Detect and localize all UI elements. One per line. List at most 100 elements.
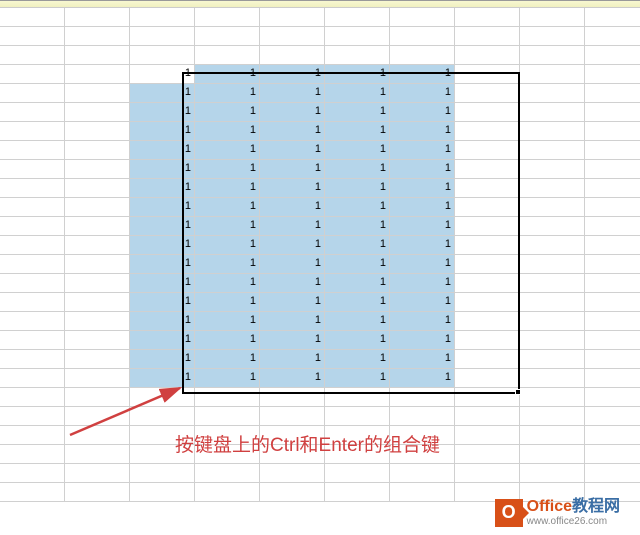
grid-cell[interactable]: [455, 293, 520, 312]
grid-cell[interactable]: [520, 198, 585, 217]
grid-cell[interactable]: [520, 46, 585, 65]
grid-cell[interactable]: 1: [130, 255, 195, 274]
grid-cell[interactable]: [0, 464, 65, 483]
grid-cell[interactable]: [520, 27, 585, 46]
grid-cell[interactable]: 1: [130, 217, 195, 236]
grid-cell[interactable]: 1: [390, 160, 455, 179]
grid-cell[interactable]: 1: [130, 350, 195, 369]
grid-cell[interactable]: [585, 217, 640, 236]
grid-cell[interactable]: [520, 103, 585, 122]
grid-cell[interactable]: [65, 312, 130, 331]
grid-cell[interactable]: 1: [390, 312, 455, 331]
grid-cell[interactable]: [0, 255, 65, 274]
grid-cell[interactable]: [520, 426, 585, 445]
grid-cell[interactable]: [195, 464, 260, 483]
grid-cell[interactable]: [0, 426, 65, 445]
grid-cell[interactable]: [195, 407, 260, 426]
grid-cell[interactable]: [520, 179, 585, 198]
grid-cell[interactable]: [585, 141, 640, 160]
grid-cell[interactable]: [585, 407, 640, 426]
grid-cell[interactable]: 1: [130, 331, 195, 350]
grid-cell[interactable]: [65, 293, 130, 312]
grid-cell[interactable]: [520, 350, 585, 369]
grid-cell[interactable]: [455, 160, 520, 179]
grid-cell[interactable]: 1: [195, 84, 260, 103]
grid-cell[interactable]: [455, 8, 520, 27]
grid-cell[interactable]: [65, 274, 130, 293]
grid-cell[interactable]: [0, 141, 65, 160]
grid-cell[interactable]: [0, 236, 65, 255]
grid-cell[interactable]: 1: [325, 255, 390, 274]
grid-cell[interactable]: [325, 464, 390, 483]
grid-cell[interactable]: [585, 236, 640, 255]
grid-cell[interactable]: [65, 331, 130, 350]
grid-cell[interactable]: 1: [390, 217, 455, 236]
grid-cell[interactable]: 1: [195, 312, 260, 331]
grid-cell[interactable]: [585, 46, 640, 65]
grid-cell[interactable]: [195, 27, 260, 46]
grid-cell[interactable]: [585, 27, 640, 46]
grid-cell[interactable]: [65, 160, 130, 179]
grid-cell[interactable]: 1: [260, 369, 325, 388]
grid-cell[interactable]: [520, 8, 585, 27]
grid-cell[interactable]: [0, 122, 65, 141]
grid-cell[interactable]: [325, 46, 390, 65]
grid-cell[interactable]: [520, 255, 585, 274]
grid-cell[interactable]: [65, 122, 130, 141]
grid-cell[interactable]: [390, 407, 455, 426]
grid-cell[interactable]: [65, 103, 130, 122]
grid-cell[interactable]: 1: [195, 255, 260, 274]
grid-cell[interactable]: [0, 274, 65, 293]
grid-cell[interactable]: [585, 179, 640, 198]
grid-cell[interactable]: [520, 217, 585, 236]
grid-cell[interactable]: [455, 46, 520, 65]
grid-cell[interactable]: 1: [325, 179, 390, 198]
grid-cell[interactable]: 1: [195, 217, 260, 236]
grid-cell[interactable]: 1: [325, 103, 390, 122]
grid-cell[interactable]: [0, 160, 65, 179]
grid-cell[interactable]: [260, 388, 325, 407]
grid-cell[interactable]: 1: [325, 236, 390, 255]
grid-cell[interactable]: [0, 350, 65, 369]
grid-cell[interactable]: [65, 464, 130, 483]
grid-cell[interactable]: 1: [325, 122, 390, 141]
grid-cell[interactable]: [195, 46, 260, 65]
grid-cell[interactable]: [65, 407, 130, 426]
grid-cell[interactable]: [585, 103, 640, 122]
grid-cell[interactable]: 1: [325, 331, 390, 350]
grid-cell[interactable]: 1: [260, 198, 325, 217]
grid-cell[interactable]: [0, 388, 65, 407]
grid-cell[interactable]: 1: [130, 369, 195, 388]
grid-cell[interactable]: [455, 407, 520, 426]
grid-cell[interactable]: [455, 65, 520, 84]
grid-cell[interactable]: [65, 388, 130, 407]
grid-cell[interactable]: 1: [325, 198, 390, 217]
grid-cell[interactable]: [0, 293, 65, 312]
grid-cell[interactable]: 1: [325, 160, 390, 179]
grid-cell[interactable]: 1: [260, 312, 325, 331]
grid-cell[interactable]: [65, 8, 130, 27]
grid-cell[interactable]: [585, 8, 640, 27]
grid-cell[interactable]: 1: [195, 369, 260, 388]
grid-cell[interactable]: 1: [390, 293, 455, 312]
grid-cell[interactable]: 1: [390, 198, 455, 217]
grid-cell[interactable]: 1: [260, 103, 325, 122]
grid-cell[interactable]: [390, 8, 455, 27]
grid-cell[interactable]: [455, 369, 520, 388]
grid-cell[interactable]: 1: [260, 160, 325, 179]
grid-cell[interactable]: 1: [325, 141, 390, 160]
grid-cell[interactable]: 1: [130, 293, 195, 312]
grid-cell[interactable]: [130, 27, 195, 46]
grid-cell[interactable]: [0, 84, 65, 103]
grid-cell[interactable]: 1: [390, 65, 455, 84]
grid-cell[interactable]: 1: [325, 312, 390, 331]
grid-cell[interactable]: [130, 407, 195, 426]
grid-cell[interactable]: [130, 483, 195, 502]
grid-cell[interactable]: 1: [390, 236, 455, 255]
grid-cell[interactable]: 1: [390, 369, 455, 388]
grid-cell[interactable]: 1: [390, 103, 455, 122]
grid-cell[interactable]: [195, 483, 260, 502]
grid-cell[interactable]: 1: [130, 274, 195, 293]
grid-cell[interactable]: [585, 255, 640, 274]
grid-cell[interactable]: [585, 350, 640, 369]
